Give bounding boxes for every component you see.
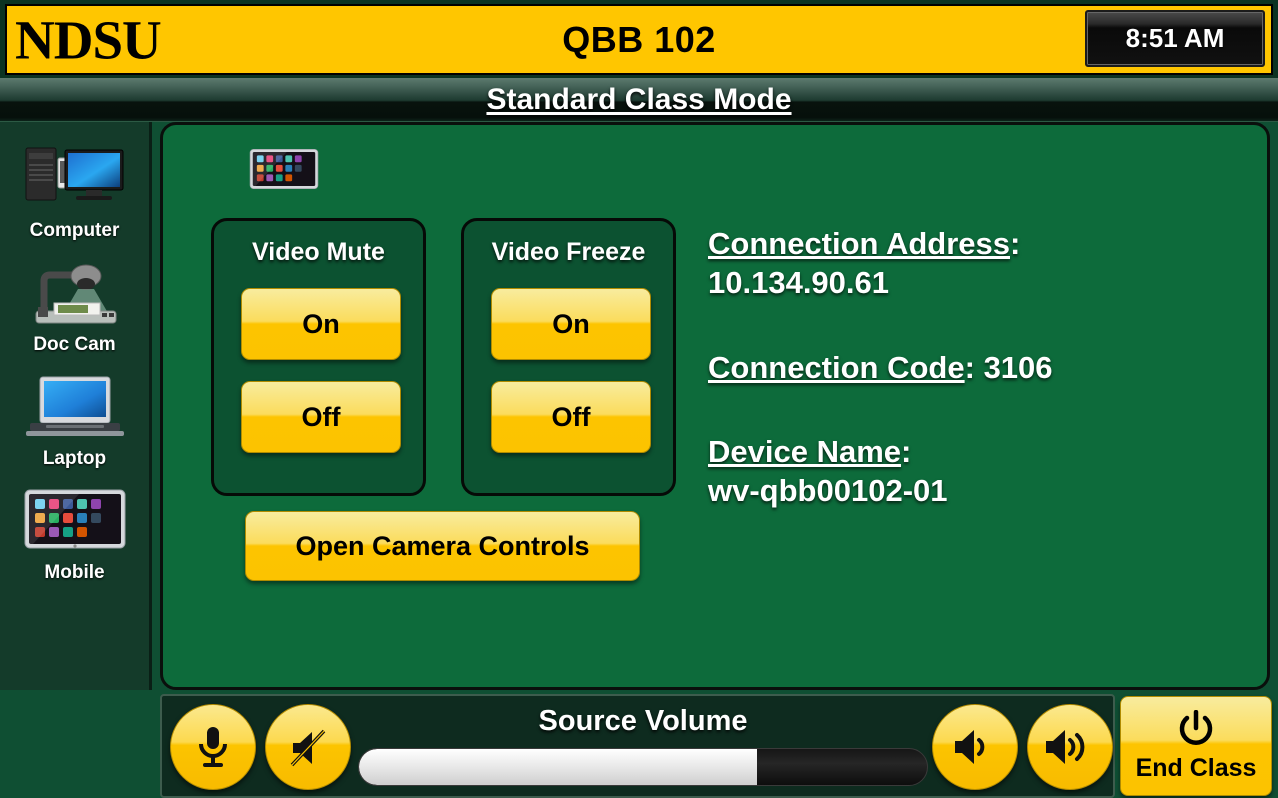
sidebar-item-laptop[interactable]: Laptop [0,364,149,470]
volume-down-button[interactable] [932,704,1018,790]
connection-code-block: Connection Code: 3106 [708,349,1238,388]
main-panel: Video Mute On Off Video Freeze On Off Op… [160,122,1270,690]
video-mute-on-button[interactable]: On [241,288,401,360]
ndsu-logo: NDSU [15,9,162,70]
colon-2: : [964,349,975,385]
end-class-label: End Class [1135,753,1257,782]
open-camera-controls-button[interactable]: Open Camera Controls [245,511,640,581]
device-name-label-row: Device Name: [708,433,1238,472]
desktop-computer-icon [0,136,149,218]
volume-up-icon [1046,730,1085,764]
sidebar-item-label: Mobile [44,562,105,583]
connection-code-value: 3106 [983,349,1053,385]
clock-time: 8:51 AM [1125,23,1225,53]
connection-info-panel: Connection Address: 10.134.90.61 Connect… [708,225,1238,557]
volume-down-icon [955,730,985,764]
end-class-button[interactable]: End Class [1120,696,1272,796]
video-freeze-on-button[interactable]: On [491,288,651,360]
connection-code-label-row: Connection Code: 3106 [708,349,1238,388]
header: NDSU QBB 102 8:51 AM [0,0,1278,78]
video-freeze-off-button[interactable]: Off [491,381,651,453]
sidebar-item-doc-cam[interactable]: Doc Cam [0,250,149,356]
device-name-value: wv-qbb00102-01 [708,473,948,508]
sidebar: Computer Doc Cam Laptop Mobile [0,122,152,690]
connection-address-label-row: Connection Address: [708,225,1238,264]
connection-address-block: Connection Address: 10.134.90.61 [708,225,1238,303]
touchpanel-root: NDSU QBB 102 8:51 AM Standard Class Mode [0,0,1278,798]
connection-code-label: Connection Code [708,349,965,385]
source-volume-slider[interactable] [358,748,928,786]
source-volume-label: Source Volume [538,705,748,737]
mode-bar-label: Standard Class Mode [486,82,792,116]
microphone-icon [199,727,227,767]
video-mute-title: Video Mute [252,238,385,266]
laptop-icon [0,364,149,446]
device-name-label: Device Name [708,434,902,470]
power-icon [1179,709,1213,745]
volume-up-button[interactable] [1027,704,1113,790]
sidebar-item-mobile[interactable]: Mobile [0,478,149,584]
page-title: QBB 102 [562,18,716,60]
video-freeze-group: Video Freeze On Off [461,218,676,496]
video-freeze-title: Video Freeze [491,238,646,266]
connection-address-value: 10.134.90.61 [708,264,890,300]
sidebar-item-label: Doc Cam [33,334,116,355]
mode-bar: Standard Class Mode [0,78,1278,122]
header-bar: NDSU QBB 102 8:51 AM [5,4,1273,75]
mute-button[interactable] [265,704,351,790]
colon-3: : [901,434,912,470]
microphone-button[interactable] [170,704,256,790]
device-name-block: Device Name: wv-qbb00102-01 [708,433,1238,511]
sidebar-item-label: Laptop [42,448,107,469]
colon-1: : [1010,226,1021,261]
video-mute-group: Video Mute On Off [211,218,426,496]
document-camera-icon [0,250,149,332]
connection-address-label: Connection Address [708,226,1010,261]
source-volume-fill [359,749,757,785]
sidebar-item-computer[interactable]: Computer [0,136,149,242]
video-mute-off-button[interactable]: Off [241,381,401,453]
sidebar-item-label: Computer [29,220,120,241]
active-source-tablet-mobile-icon [246,145,322,193]
speaker-muted-icon [290,729,326,767]
tablet-mobile-icon [0,478,149,560]
bottom-toolbar: Source Volume [160,694,1115,798]
clock-widget: 8:51 AM [1085,10,1265,67]
